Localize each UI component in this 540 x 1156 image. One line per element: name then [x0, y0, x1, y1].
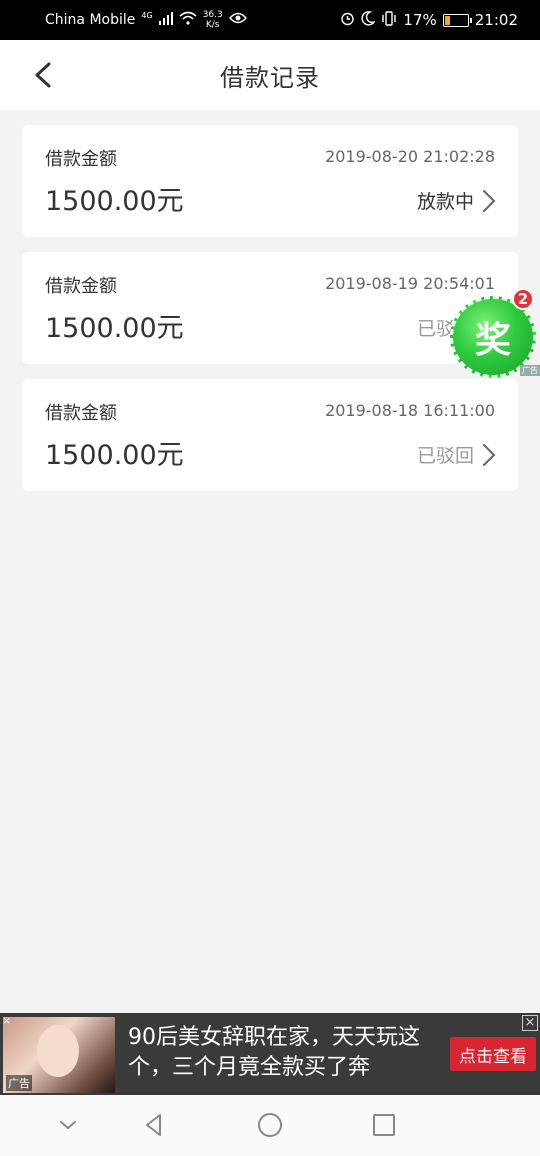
alarm-icon — [340, 11, 355, 30]
record-status-text: 已驳回 — [416, 445, 474, 467]
chevron-left-icon — [35, 62, 51, 88]
reward-ad-tag: 广告 — [520, 365, 540, 376]
eye-icon — [228, 12, 247, 28]
page-title: 借款记录 — [220, 63, 320, 92]
battery-icon — [442, 13, 472, 27]
loan-record-card[interactable]: 借款金额 2019-08-18 16:11:00 1500.00元 已驳回 — [22, 379, 518, 491]
nav-home-button[interactable] — [252, 1107, 288, 1143]
ad-text: 90后美女辞职在家，天天玩这个，三个月竟全款买了奔 — [128, 1025, 420, 1080]
record-date: 2019-08-18 16:11:00 — [325, 401, 495, 420]
record-status[interactable]: 已驳回 — [417, 441, 496, 468]
carrier-name: China Mobile — [45, 12, 136, 28]
speed-unit: K/s — [205, 20, 220, 30]
reward-label: 奖 — [474, 320, 511, 361]
ad-thumbnail: 广告 — [3, 1017, 115, 1093]
speed-value: 36.3 — [202, 10, 223, 20]
floating-reward-button[interactable]: 奖 2 广告 — [450, 288, 540, 378]
record-amount: 1500.00元 — [45, 186, 184, 217]
loan-record-card[interactable]: 借款金额 2019-08-20 21:02:28 1500.00元 放款中 — [22, 125, 518, 237]
record-amount: 1500.00元 — [45, 440, 184, 471]
network-speed: 36.3 K/s — [203, 10, 223, 30]
moon-icon — [361, 10, 377, 30]
network-type: 4G — [141, 11, 153, 20]
home-circle-icon — [258, 1113, 282, 1137]
chevron-right-icon — [483, 443, 496, 466]
signal-icon — [158, 11, 173, 29]
clock-time: 21:02 — [474, 11, 518, 29]
record-label: 借款金额 — [45, 276, 117, 297]
reward-count-badge: 2 — [512, 288, 534, 310]
status-bar: China Mobile 4G 36.3 K/s 17% 21:02 — [0, 0, 540, 40]
chevron-down-icon — [60, 1121, 76, 1130]
ad-close-button[interactable]: × — [522, 1015, 538, 1031]
back-triangle-icon — [146, 1114, 161, 1136]
record-status[interactable]: 放款中 — [417, 187, 496, 214]
wifi-icon — [179, 11, 197, 29]
ad-tag: 广告 — [6, 1075, 32, 1091]
record-label: 借款金额 — [45, 149, 117, 170]
back-button[interactable] — [26, 58, 60, 92]
record-status-text: 放款中 — [416, 191, 474, 213]
vibrate-icon — [381, 10, 397, 30]
chevron-right-icon — [483, 189, 496, 212]
nav-recents-button[interactable] — [366, 1107, 402, 1143]
battery-percent: 17% — [403, 11, 437, 29]
hide-nav-button[interactable] — [50, 1107, 86, 1143]
ad-banner[interactable]: 广告 × 90后美女辞职在家，天天玩这个，三个月竟全款买了奔 点击查看 × — [0, 1013, 540, 1095]
recents-square-icon — [373, 1114, 395, 1136]
system-nav-bar — [0, 1095, 540, 1156]
loan-record-card[interactable]: 借款金额 2019-08-19 20:54:01 1500.00元 已驳回 — [22, 252, 518, 364]
record-amount: 1500.00元 — [45, 313, 184, 344]
page-header: 借款记录 — [0, 40, 540, 110]
close-icon[interactable]: × — [2, 1015, 11, 1026]
ad-view-button[interactable]: 点击查看 — [450, 1037, 536, 1071]
nav-back-button[interactable] — [136, 1107, 172, 1143]
record-date: 2019-08-20 21:02:28 — [325, 147, 495, 166]
record-label: 借款金额 — [45, 403, 117, 424]
